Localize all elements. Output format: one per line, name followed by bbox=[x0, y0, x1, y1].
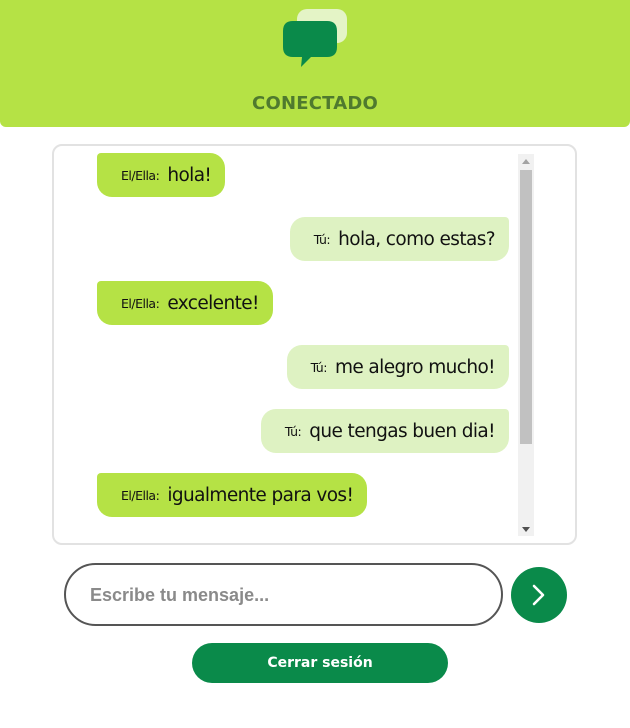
message-bubble: Tú: que tengas buen dia! bbox=[260, 409, 509, 453]
message-sender: Tú: bbox=[310, 359, 328, 375]
scroll-down-arrow-icon[interactable] bbox=[518, 522, 534, 536]
message-bubble: El/Ella: excelente! bbox=[97, 281, 273, 325]
message-sender: El/Ella: bbox=[121, 167, 160, 183]
message-text: hola, como estas? bbox=[338, 228, 495, 250]
send-button[interactable] bbox=[511, 567, 567, 623]
scroll-thumb[interactable] bbox=[520, 170, 532, 444]
message-sender: El/Ella: bbox=[121, 487, 160, 503]
message-bubble: El/Ella: hola! bbox=[97, 153, 226, 197]
logout-button[interactable]: Cerrar sesión bbox=[192, 643, 448, 683]
message-sender: Tú: bbox=[313, 231, 331, 247]
scroll-up-arrow-icon[interactable] bbox=[518, 154, 534, 168]
message-text: excelente! bbox=[167, 292, 259, 314]
message-text: igualmente para vos! bbox=[167, 484, 354, 506]
message-text: me alegro mucho! bbox=[334, 356, 496, 378]
message-text: que tengas buen dia! bbox=[309, 420, 495, 442]
chat-bubbles-icon bbox=[283, 9, 347, 67]
message-input[interactable] bbox=[88, 565, 487, 626]
app-header: CONECTADO bbox=[0, 0, 630, 127]
chevron-right-icon bbox=[532, 584, 545, 606]
connection-status: CONECTADO bbox=[252, 93, 378, 114]
message-text: hola! bbox=[167, 164, 212, 186]
message-bubble: Tú: hola, como estas? bbox=[289, 217, 509, 261]
message-sender: Tú: bbox=[284, 423, 302, 439]
message-input-wrapper bbox=[64, 563, 503, 626]
chat-scrollbar[interactable] bbox=[518, 154, 534, 536]
message-sender: El/Ella: bbox=[121, 295, 160, 311]
message-bubble: El/Ella: igualmente para vos! bbox=[97, 473, 368, 517]
message-bubble: Tú: me alegro mucho! bbox=[286, 345, 509, 389]
